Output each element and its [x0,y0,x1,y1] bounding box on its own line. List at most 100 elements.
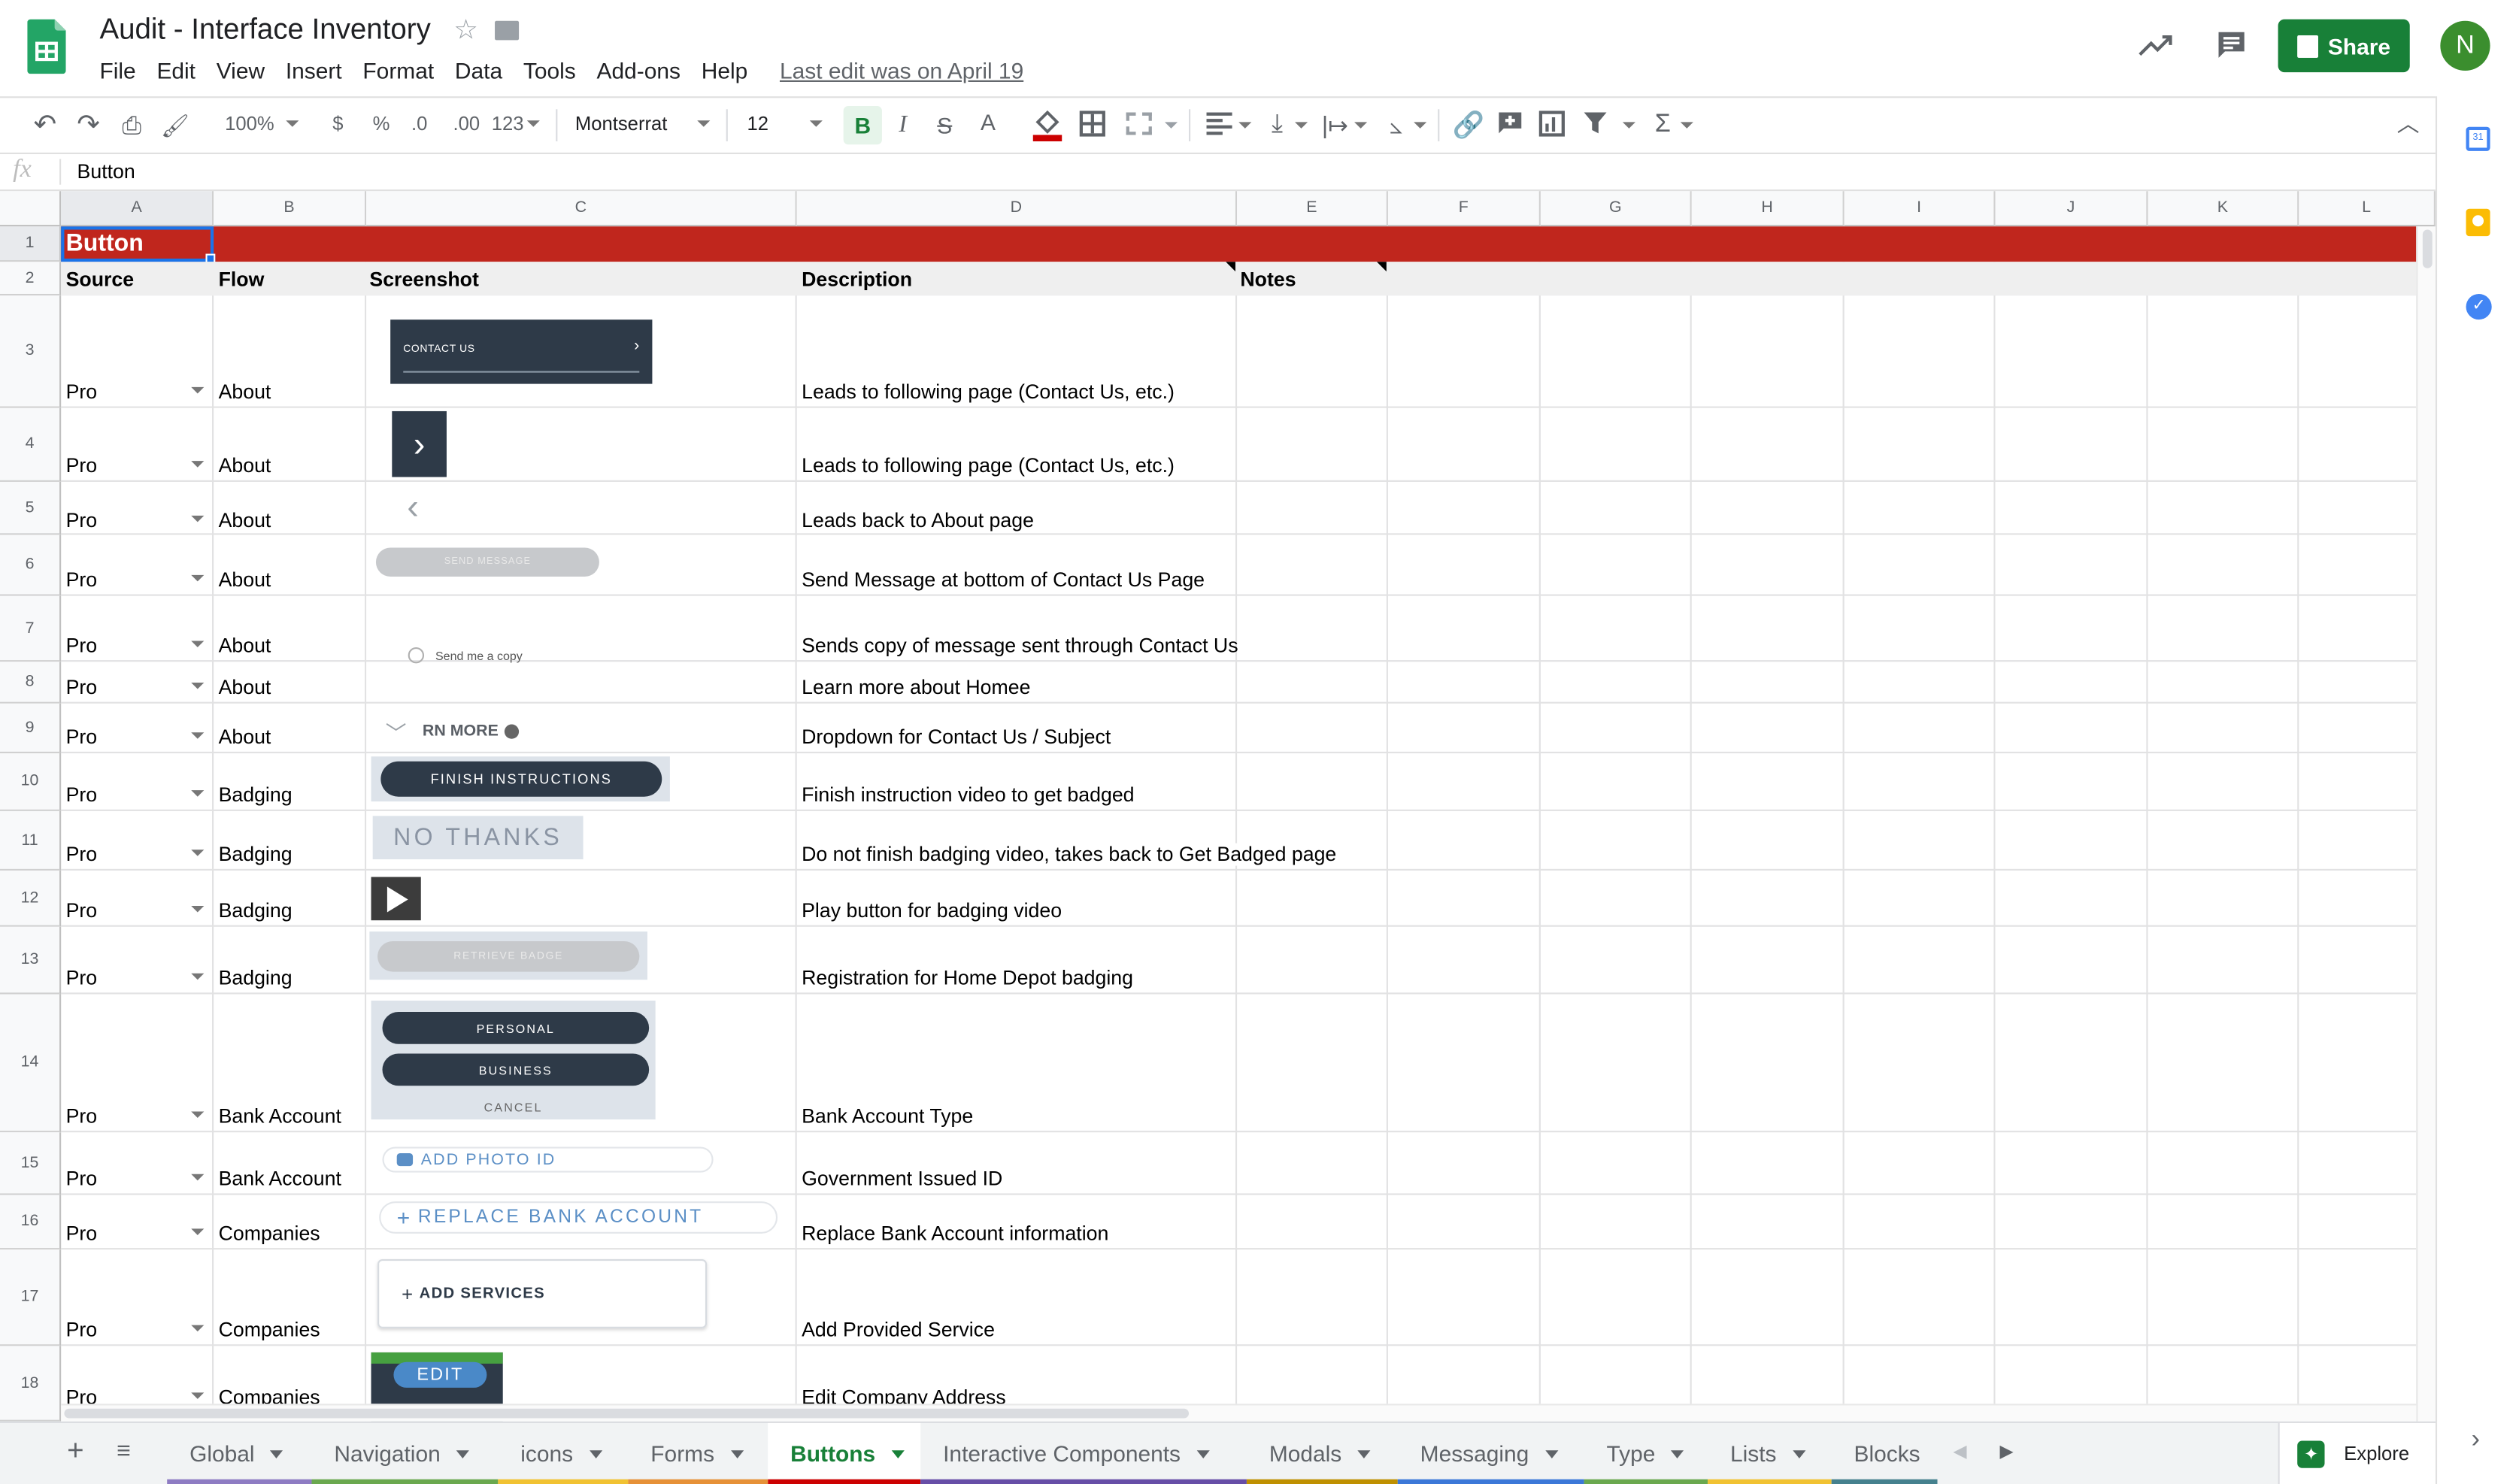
cell-description[interactable]: Government Issued ID [802,1168,1002,1190]
vertical-align-icon[interactable]: ⤓ [1263,109,1291,141]
cell-description[interactable]: Leads to following page (Contact Us, etc… [802,380,1175,403]
cell-flow[interactable]: Companies [219,1222,320,1245]
share-button[interactable]: Share [2278,19,2410,73]
text-rotation-icon[interactable]: ⦣ [1380,109,1412,141]
insert-link-icon[interactable]: 🔗 [1452,109,1484,141]
vertical-scroll-thumb[interactable] [2422,229,2433,268]
cell-description[interactable]: Registration for Home Depot badging [802,967,1133,989]
sheet-tab-type[interactable]: Type [1584,1423,1708,1484]
last-edit-link[interactable]: Last edit was on April 19 [780,58,1023,83]
row-header[interactable]: 2 [0,262,62,296]
undo-icon[interactable]: ↶ [29,109,61,141]
tasks-icon[interactable]: ✓ [2466,293,2492,320]
cell-description[interactable]: Dropdown for Contact Us / Subject [802,726,1111,749]
scroll-tabs-right-icon[interactable]: ▶ [1993,1437,2019,1463]
column-header-i[interactable]: I [1844,191,1996,227]
horizontal-scroll-thumb[interactable] [64,1408,1190,1419]
cell-source[interactable]: Pro [66,455,98,477]
sheet-tab-blocks[interactable]: Blocks [1831,1423,1938,1484]
halign-dropdown-caret[interactable] [1238,122,1252,129]
strikethrough-button[interactable]: S [929,109,961,141]
cell-flow[interactable]: Badging [219,784,293,807]
column-header-a[interactable]: A [61,191,214,227]
row-header[interactable]: 11 [0,810,62,871]
functions-dropdown-caret[interactable] [1680,122,1693,129]
text-color-button[interactable]: A [972,106,1005,138]
menu-file[interactable]: File [99,58,135,83]
row-header[interactable]: 7 [0,595,62,662]
document-title[interactable]: Audit - Interface Inventory [99,13,430,47]
horizontal-scrollbar[interactable] [61,1404,2417,1422]
calendar-icon[interactable]: 31 [2466,126,2490,151]
source-dropdown[interactable] [191,641,205,648]
source-dropdown[interactable] [191,1392,205,1399]
cell-description[interactable]: Leads back to About page [802,509,1034,532]
add-sheet-icon[interactable]: + [61,1434,89,1466]
valign-dropdown-caret[interactable] [1295,122,1308,129]
source-dropdown[interactable] [191,732,205,739]
decrease-decimal-button[interactable]: .0 [411,113,427,135]
column-header-g[interactable]: G [1540,191,1692,227]
expand-panel-icon[interactable]: › [2461,1426,2490,1455]
sheet-tab-interactive-components[interactable]: Interactive Components [920,1423,1247,1484]
sheet-tab-global[interactable]: Global [167,1423,312,1484]
menu-view[interactable]: View [217,58,265,83]
zoom-select[interactable]: 100% [225,113,302,138]
increase-decimal-button[interactable]: .00 [453,113,480,135]
cell-source[interactable]: Pro [66,568,98,591]
menu-insert[interactable]: Insert [286,58,342,83]
cell-flow[interactable]: About [219,568,271,591]
column-header-b[interactable]: B [214,191,367,227]
row-header[interactable]: 12 [0,870,62,927]
redo-icon[interactable]: ↷ [72,109,105,141]
row-header[interactable]: 14 [0,994,62,1133]
cell-description[interactable]: Bank Account Type [802,1105,973,1128]
column-header-e[interactable]: E [1237,191,1388,227]
cell-source[interactable]: Pro [66,634,98,657]
cell-flow[interactable]: About [219,726,271,749]
cell-source[interactable]: Pro [66,1105,98,1128]
merge-dropdown-caret[interactable] [1164,122,1178,129]
font-size-select[interactable]: 12 [747,113,827,135]
cell-source[interactable]: Pro [66,784,98,807]
cell-flow[interactable]: About [219,380,271,403]
horizontal-align-icon[interactable] [1206,112,1232,135]
row-header[interactable]: 1 [0,226,62,262]
column-header-k[interactable]: K [2148,191,2299,227]
cell-flow[interactable]: About [219,455,271,477]
menu-help[interactable]: Help [702,58,748,83]
activity-trend-icon[interactable] [2137,29,2175,61]
menu-data[interactable]: Data [455,58,502,83]
cell-source[interactable]: Pro [66,899,98,922]
text-wrapping-icon[interactable]: |↦ [1320,109,1349,141]
row-header[interactable]: 5 [0,481,62,535]
cell-source[interactable]: Pro [66,1168,98,1190]
cell-description[interactable]: Add Provided Service [802,1319,995,1341]
row-header[interactable]: 10 [0,753,62,811]
row-header[interactable]: 16 [0,1195,62,1250]
keep-icon[interactable] [2466,208,2490,237]
column-header-f[interactable]: F [1387,191,1541,227]
formula-input[interactable]: Button [77,161,135,183]
cell-source[interactable]: Pro [66,1222,98,1245]
menu-format[interactable]: Format [362,58,434,83]
rotation-dropdown-caret[interactable] [1414,122,1427,129]
cell-flow[interactable]: Badging [219,843,293,866]
row-header[interactable]: 17 [0,1249,62,1346]
comment-indicator[interactable] [1226,262,1235,272]
insert-chart-icon[interactable] [1538,111,1565,137]
cell-description[interactable]: Finish instruction video to get badged [802,784,1134,807]
cell-source[interactable]: Pro [66,1319,98,1341]
functions-icon[interactable]: Σ [1650,109,1675,141]
source-dropdown[interactable] [191,386,205,394]
print-icon[interactable]: ⎙ [116,109,148,141]
sheet-tab-forms[interactable]: Forms [628,1423,768,1484]
font-family-select[interactable]: Montserrat [575,113,714,135]
cell-flow[interactable]: About [219,676,271,698]
bold-button[interactable]: B [843,106,882,145]
all-sheets-list-icon[interactable]: ≡ [109,1436,138,1464]
paint-format-icon[interactable]: 🖌 [159,109,192,141]
cell-description[interactable]: Do not finish badging video, takes back … [802,843,1343,866]
source-dropdown[interactable] [191,790,205,797]
wrap-dropdown-caret[interactable] [1354,122,1368,129]
